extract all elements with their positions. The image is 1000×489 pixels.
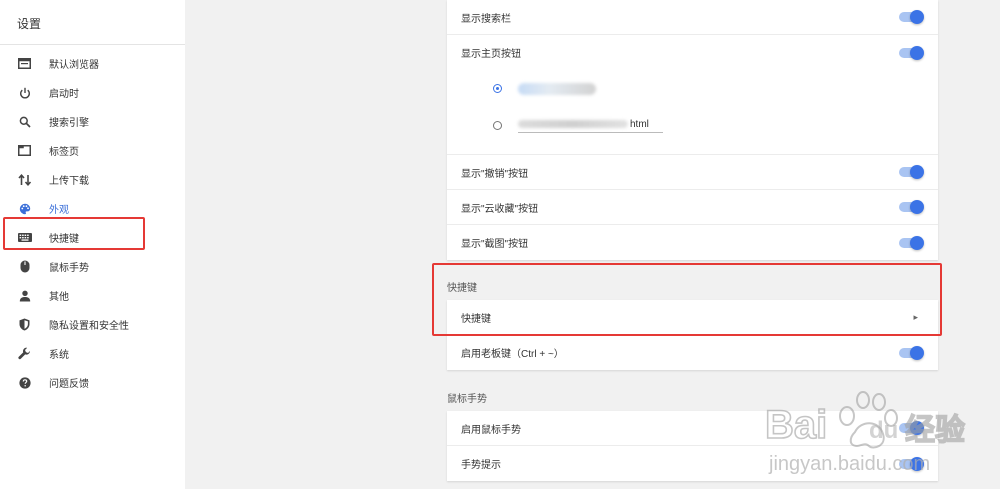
show-home-button-row[interactable]: 显示主页按钮: [447, 35, 938, 70]
sidebar-item-label: 上传下载: [49, 176, 89, 187]
sidebar-item-shortcuts[interactable]: 快捷键: [0, 223, 185, 252]
sidebar-item-other[interactable]: 其他: [0, 281, 185, 310]
shield-icon: [17, 317, 32, 332]
wrench-icon: [17, 346, 32, 361]
sidebar-item-default-browser[interactable]: 默认浏览器: [0, 49, 185, 78]
sidebar-item-label: 鼠标手势: [49, 263, 89, 274]
enable-mouse-gestures-toggle[interactable]: [899, 421, 924, 435]
sidebar-title: 设置: [17, 17, 42, 31]
sidebar-item-label: 系统: [49, 350, 69, 361]
help-icon: [17, 375, 32, 390]
sidebar-item-privacy-security[interactable]: 隐私设置和安全性: [0, 310, 185, 339]
sidebar-item-label: 搜索引擎: [49, 118, 89, 129]
blurred-url: [518, 82, 596, 95]
show-undo-button-row[interactable]: 显示"撤销"按钮: [447, 155, 938, 190]
home-option-2-radio[interactable]: [493, 121, 502, 130]
sidebar-item-label: 隐私设置和安全性: [49, 321, 129, 332]
show-screenshot-button-row[interactable]: 显示"截图"按钮: [447, 225, 938, 260]
sidebar-item-search-engine[interactable]: 搜索引擎: [0, 107, 185, 136]
sidebar-item-label: 外观: [49, 205, 69, 216]
show-search-bar-toggle[interactable]: [899, 10, 924, 24]
tab-icon: [17, 143, 32, 158]
sidebar-item-startup[interactable]: 启动时: [0, 78, 185, 107]
sidebar-item-mouse-gestures[interactable]: 鼠标手势: [0, 252, 185, 281]
power-icon: [17, 85, 32, 100]
show-undo-button-toggle[interactable]: [899, 165, 924, 179]
sidebar-item-feedback[interactable]: 问题反馈: [0, 368, 185, 397]
row-label: 显示"截图"按钮: [461, 239, 529, 250]
sidebar-nav: 默认浏览器 启动时 搜索引擎 标签页 上传下载 外观 快捷键 鼠标手势 其他 隐…: [0, 49, 185, 397]
enable-mouse-gestures-row[interactable]: 启用鼠标手势: [447, 411, 938, 446]
appearance-settings-card: 显示搜索栏 显示主页按钮 html 显示"撤销"按钮 显示"云收藏"按钮 显示"…: [447, 0, 938, 260]
row-label: 显示搜索栏: [461, 13, 511, 25]
sidebar-item-label: 标签页: [49, 147, 79, 158]
gesture-hint-toggle[interactable]: [899, 456, 924, 471]
mouse-gestures-settings-card: 启用鼠标手势 手势提示: [447, 411, 938, 481]
shortcuts-row[interactable]: 快捷键 ▸: [447, 300, 938, 335]
show-cloud-favorites-toggle[interactable]: [899, 200, 924, 214]
sidebar-item-label: 快捷键: [49, 234, 79, 245]
sidebar-divider: [0, 44, 185, 45]
shortcuts-section-title: 快捷键: [447, 283, 477, 294]
row-label: 手势提示: [461, 460, 501, 471]
row-label: 显示"撤销"按钮: [461, 168, 529, 180]
row-label: 快捷键: [461, 313, 491, 325]
home-option-1-radio[interactable]: [493, 84, 502, 93]
gesture-hint-row[interactable]: 手势提示: [447, 446, 938, 481]
settings-sidebar: 设置 默认浏览器 启动时 搜索引擎 标签页 上传下载 外观 快捷键 鼠标手势 其…: [0, 0, 185, 489]
upload-download-icon: [17, 172, 32, 187]
home-option-2-url[interactable]: html: [518, 119, 663, 133]
sidebar-item-label: 问题反馈: [49, 379, 89, 390]
search-icon: [17, 114, 32, 129]
boss-key-toggle[interactable]: [899, 345, 924, 360]
row-label: 启用老板键（Ctrl + ~）: [461, 349, 564, 360]
mouse-icon: [17, 259, 32, 274]
browser-window-icon: [17, 56, 32, 71]
chevron-right-icon: ▸: [913, 311, 918, 322]
show-screenshot-button-toggle[interactable]: [899, 235, 924, 250]
shortcuts-settings-card: 快捷键 ▸ 启用老板键（Ctrl + ~）: [447, 300, 938, 370]
sidebar-item-label: 默认浏览器: [49, 60, 99, 71]
sidebar-item-appearance[interactable]: 外观: [0, 194, 185, 223]
url-suffix: html: [630, 118, 649, 130]
sidebar-item-label: 其他: [49, 292, 69, 303]
sidebar-item-tabs[interactable]: 标签页: [0, 136, 185, 165]
sidebar-item-upload-download[interactable]: 上传下载: [0, 165, 185, 194]
row-label: 显示主页按钮: [461, 49, 521, 60]
show-search-bar-row[interactable]: 显示搜索栏: [447, 0, 938, 35]
row-label: 显示"云收藏"按钮: [461, 203, 539, 215]
blurred-url: [518, 119, 628, 128]
show-home-button-toggle[interactable]: [899, 45, 924, 60]
boss-key-row[interactable]: 启用老板键（Ctrl + ~）: [447, 335, 938, 370]
mouse-gestures-section-title: 鼠标手势: [447, 394, 487, 405]
show-cloud-favorites-row[interactable]: 显示"云收藏"按钮: [447, 190, 938, 225]
palette-icon: [17, 201, 32, 216]
home-option-1[interactable]: [447, 70, 938, 107]
sidebar-item-system[interactable]: 系统: [0, 339, 185, 368]
person-icon: [17, 288, 32, 303]
row-label: 启用鼠标手势: [461, 424, 521, 436]
keyboard-icon: [17, 230, 32, 245]
sidebar-item-label: 启动时: [49, 89, 79, 100]
home-option-2[interactable]: html: [447, 107, 938, 155]
